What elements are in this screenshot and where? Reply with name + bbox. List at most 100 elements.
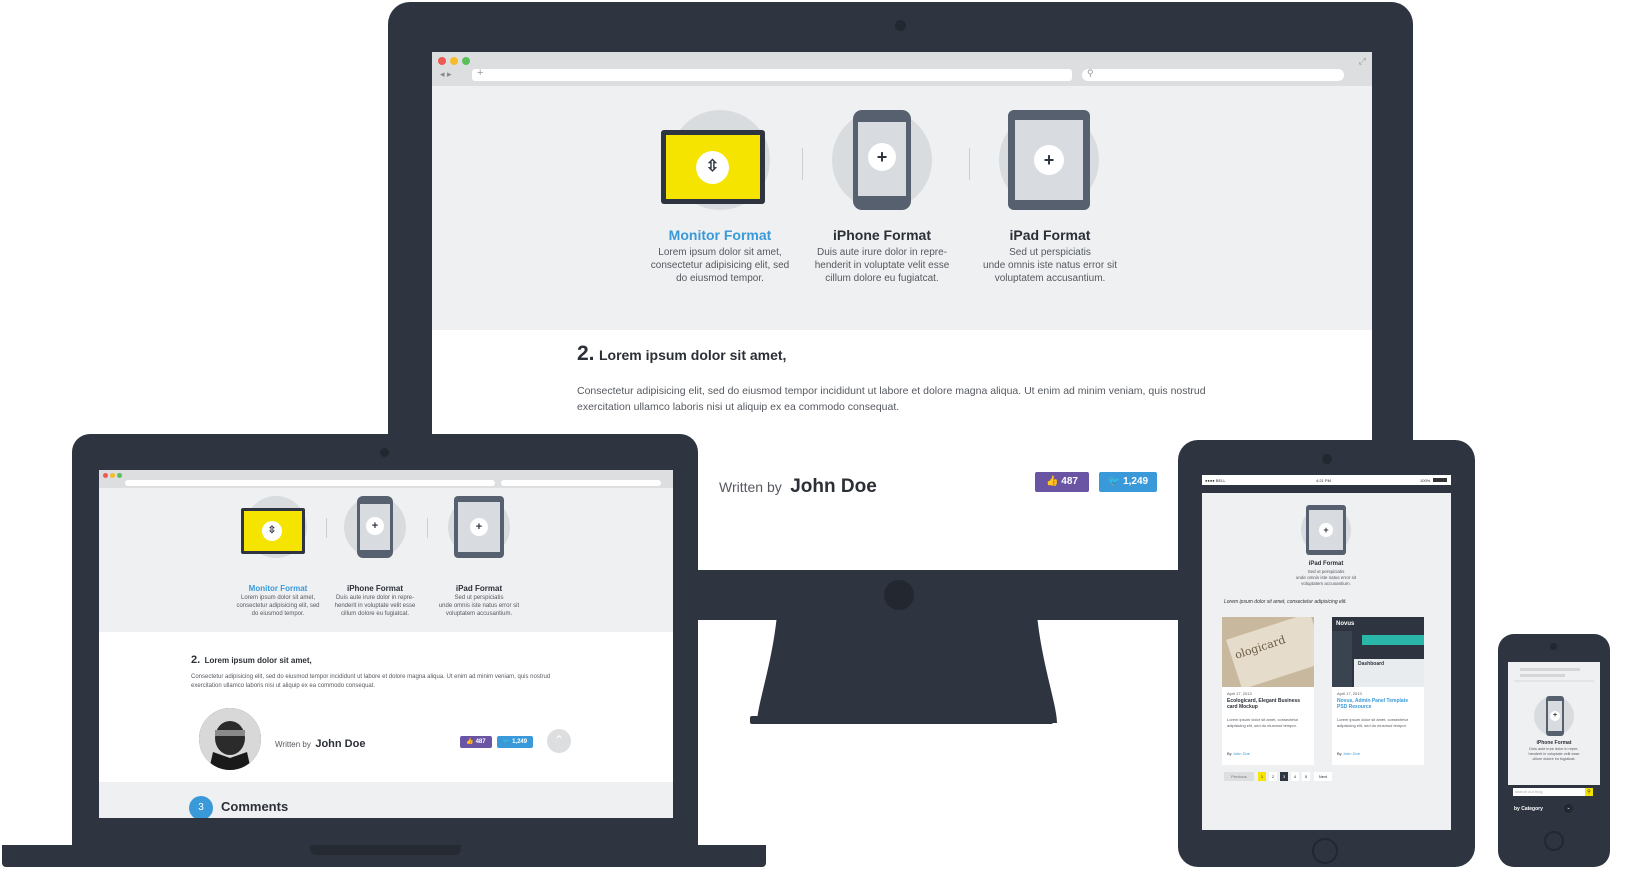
page-button[interactable]: 5: [1302, 772, 1310, 781]
feature-title: iPad Format: [1009, 227, 1091, 243]
phone-sidebar: search our blog ⚲ by Category ⌄: [1508, 785, 1600, 820]
card-image: ologicard: [1222, 617, 1314, 687]
monitor-icon: ⇳: [241, 508, 305, 554]
author-byline: Written by John Doe: [719, 476, 877, 497]
browser-toolbar: ◂ ▸ + ⚲ ⤢: [432, 52, 1372, 86]
feature-section: ⇳ Monitor Format Lorem ipsum dolor sit a…: [99, 488, 673, 632]
chevron-down-icon[interactable]: ⌄: [1564, 804, 1573, 813]
add-icon[interactable]: +: [470, 518, 488, 536]
page-button[interactable]: 2: [1269, 772, 1277, 781]
search-icon[interactable]: ⚲: [1585, 788, 1593, 796]
article-body: Consectetur adipisicing elit, sed do eiu…: [191, 674, 551, 689]
minimize-dot[interactable]: [450, 57, 458, 65]
page-button[interactable]: 1: [1258, 772, 1266, 781]
article-heading: 2. Lorem ipsum dolor sit amet,: [577, 342, 787, 365]
thumbs-up-icon: 👍: [466, 739, 474, 745]
page-button[interactable]: 3: [1280, 772, 1288, 781]
blog-card[interactable]: ologicard April 17, 2013 Ecologicard, El…: [1222, 617, 1314, 765]
feature-title: iPhone Format: [1536, 740, 1572, 746]
card-title[interactable]: Novus, Admin Panel Template PSD Resource: [1337, 698, 1419, 710]
phone-home-button[interactable]: [1544, 831, 1564, 851]
back-forward-icon[interactable]: ◂ ▸: [440, 69, 452, 80]
close-dot[interactable]: [438, 57, 446, 65]
status-bar: ●●●● BELL 4:21 PM 100%: [1202, 475, 1451, 485]
minimize-dot[interactable]: [110, 473, 115, 478]
carrier-text: ●●●● BELL: [1205, 478, 1226, 483]
divider: [326, 518, 327, 538]
article-body: Consectetur adipisicing elit, sed do eiu…: [577, 385, 1206, 413]
url-bar[interactable]: [125, 480, 495, 486]
phone-screen: + iPhone Format Duis aute irure dolor in…: [1508, 657, 1600, 820]
sort-toggle-icon[interactable]: ⇳: [262, 521, 282, 541]
top-nav-bar: [1202, 485, 1451, 493]
card-title[interactable]: Ecologicard, Elegant Business card Mocku…: [1227, 698, 1309, 710]
add-icon[interactable]: +: [1034, 145, 1064, 175]
maximize-dot[interactable]: [117, 473, 122, 478]
monitor-base: [750, 716, 1053, 724]
divider: [802, 148, 803, 180]
status-time: 4:21 PM: [1316, 478, 1331, 483]
twitter-bird-icon: 🐦: [1107, 476, 1121, 487]
url-bar[interactable]: +: [472, 67, 1072, 81]
next-page-button[interactable]: Next: [1314, 772, 1332, 781]
page-button[interactable]: 4: [1291, 772, 1299, 781]
phone-icon: +: [357, 496, 393, 558]
new-tab-plus-icon[interactable]: +: [477, 67, 483, 79]
tablet-screen: ●●●● BELL 4:21 PM 100% + iPad Format Sed…: [1202, 475, 1451, 830]
feature-section: ⇳ Monitor Format Lorem ipsum dolor sit a…: [432, 86, 1372, 330]
blog-card[interactable]: Novus Dashboard April 17, 2013 Novus, Ad…: [1332, 617, 1424, 765]
tablet-page: + iPad Format Sed ut perspiciatis unde om…: [1202, 493, 1451, 830]
browser-search-bar[interactable]: [501, 480, 661, 486]
like-button[interactable]: 👍 487: [460, 736, 492, 748]
tweet-button[interactable]: 🐦 1,249: [497, 736, 533, 748]
feature-title: iPad Format: [1308, 561, 1344, 567]
divider: [427, 518, 428, 538]
feature-description: Duis aute irure dolor in repre-henderit …: [1528, 747, 1580, 761]
tablet-icon: +: [1306, 505, 1346, 555]
intro-text: Lorem ipsum dolor sit amet, consectetur …: [1224, 599, 1347, 605]
fullscreen-icon[interactable]: ⤢: [1359, 56, 1366, 67]
previous-page-button[interactable]: Previous: [1224, 772, 1254, 781]
monitor-stand: [757, 615, 1057, 723]
add-icon[interactable]: +: [1550, 711, 1560, 721]
comments-title: Comments: [221, 799, 289, 814]
tablet-camera: [1322, 454, 1332, 464]
browser-toolbar: [99, 470, 673, 488]
phone-icon: +: [1546, 696, 1564, 736]
twitter-bird-icon: 🐦: [502, 739, 511, 745]
divider: [969, 148, 970, 180]
browser-search-bar[interactable]: ⚲: [1082, 68, 1344, 81]
laptop-camera: [380, 448, 389, 457]
add-icon[interactable]: +: [366, 517, 384, 535]
maximize-dot[interactable]: [462, 57, 470, 65]
close-dot[interactable]: [103, 473, 108, 478]
card-image: Novus Dashboard: [1332, 617, 1424, 687]
card-date: April 17, 2013: [1337, 691, 1362, 696]
add-icon[interactable]: +: [1319, 523, 1333, 537]
battery-text: 100%: [1420, 478, 1431, 483]
sort-toggle-icon[interactable]: ⇳: [696, 151, 729, 184]
feature-title: iPad Format: [455, 584, 503, 593]
feature-description: Sed ut perspiciatis unde omnis iste natus…: [983, 247, 1117, 284]
card-body: Lorem ipsum dolor sit amet, consectetur …: [1227, 717, 1299, 728]
tablet-home-button[interactable]: [1312, 838, 1338, 864]
thumbs-up-icon: 👍: [1046, 476, 1059, 487]
scroll-up-button[interactable]: ⌃: [547, 729, 571, 753]
laptop-screen: ⇳ Monitor Format Lorem ipsum dolor sit a…: [99, 470, 673, 818]
author-byline: Written by John Doe: [275, 738, 366, 750]
category-label[interactable]: by Category: [1514, 806, 1543, 812]
tablet-icon: +: [1008, 110, 1090, 210]
comments-count-badge: 3: [189, 796, 213, 818]
monitor-camera: [895, 20, 906, 31]
author-avatar: [199, 708, 261, 770]
add-icon[interactable]: +: [868, 143, 896, 171]
blog-search-input[interactable]: search our blog: [1513, 788, 1585, 796]
tweet-button[interactable]: 🐦 1,249: [1099, 472, 1157, 492]
card-date: April 17, 2013: [1227, 691, 1252, 696]
card-byline: By John Doe: [1227, 751, 1250, 756]
like-button[interactable]: 👍 487: [1035, 472, 1089, 492]
article-heading: 2. Lorem ipsum dolor sit amet,: [191, 654, 312, 666]
laptop-notch: [310, 845, 461, 855]
feature-description: Sed ut perspiciatis unde omnis iste natus…: [438, 595, 520, 617]
tablet-icon: +: [454, 496, 504, 558]
